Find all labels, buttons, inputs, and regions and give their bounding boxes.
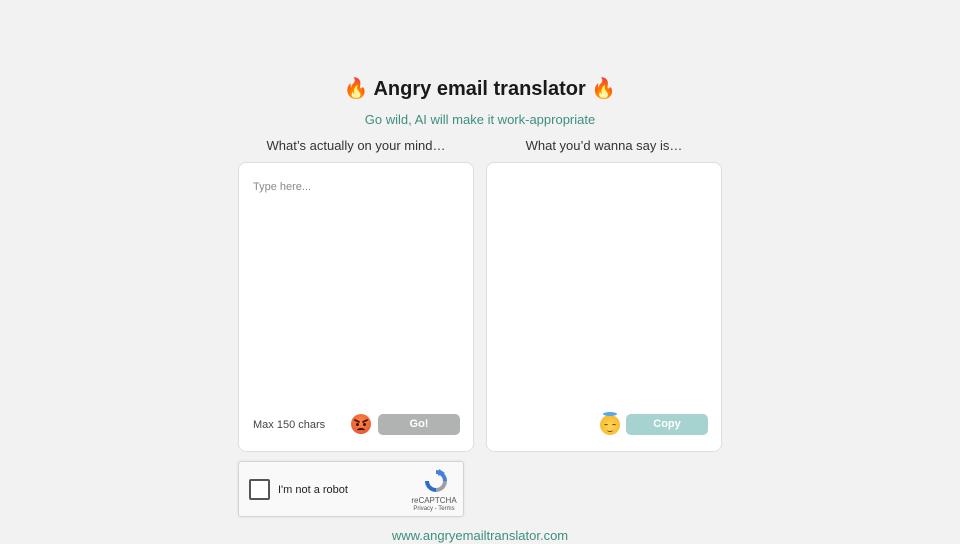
fire-icon: 🔥: [343, 76, 369, 100]
recaptcha-terms-link[interactable]: Terms: [438, 506, 454, 512]
recaptcha-label: I'm not a robot: [278, 484, 348, 496]
page-title-text: Angry email translator: [373, 78, 586, 100]
recaptcha-links: Privacy - Terms: [404, 505, 464, 513]
angel-face-icon: [600, 412, 620, 435]
recaptcha-logo-icon: [425, 469, 447, 492]
fire-icon: 🔥: [591, 76, 617, 100]
recaptcha-checkbox[interactable]: [249, 479, 270, 500]
page-subtitle: Go wild, AI will make it work-appropriat…: [364, 112, 596, 127]
go-button[interactable]: Go!: [378, 414, 460, 435]
recaptcha-privacy-link[interactable]: Privacy: [413, 506, 433, 512]
output-panel-label: What you’d wanna say is…: [525, 138, 683, 153]
input-panel: Max 150 chars Go!: [238, 162, 474, 452]
page-title: 🔥 Angry email translator 🔥: [0, 74, 960, 103]
message-input[interactable]: [253, 181, 459, 401]
footer-site-link[interactable]: www.angryemailtranslator.com: [0, 528, 960, 544]
copy-button[interactable]: Copy: [626, 414, 708, 435]
input-panel-label: What’s actually on your mind…: [266, 138, 446, 153]
recaptcha-widget: I'm not a robot reCAPTCHA Privacy - Term…: [238, 461, 464, 517]
char-limit-text: Max 150 chars: [253, 419, 326, 431]
angry-face-icon: [351, 414, 371, 434]
output-panel: Copy: [486, 162, 722, 452]
